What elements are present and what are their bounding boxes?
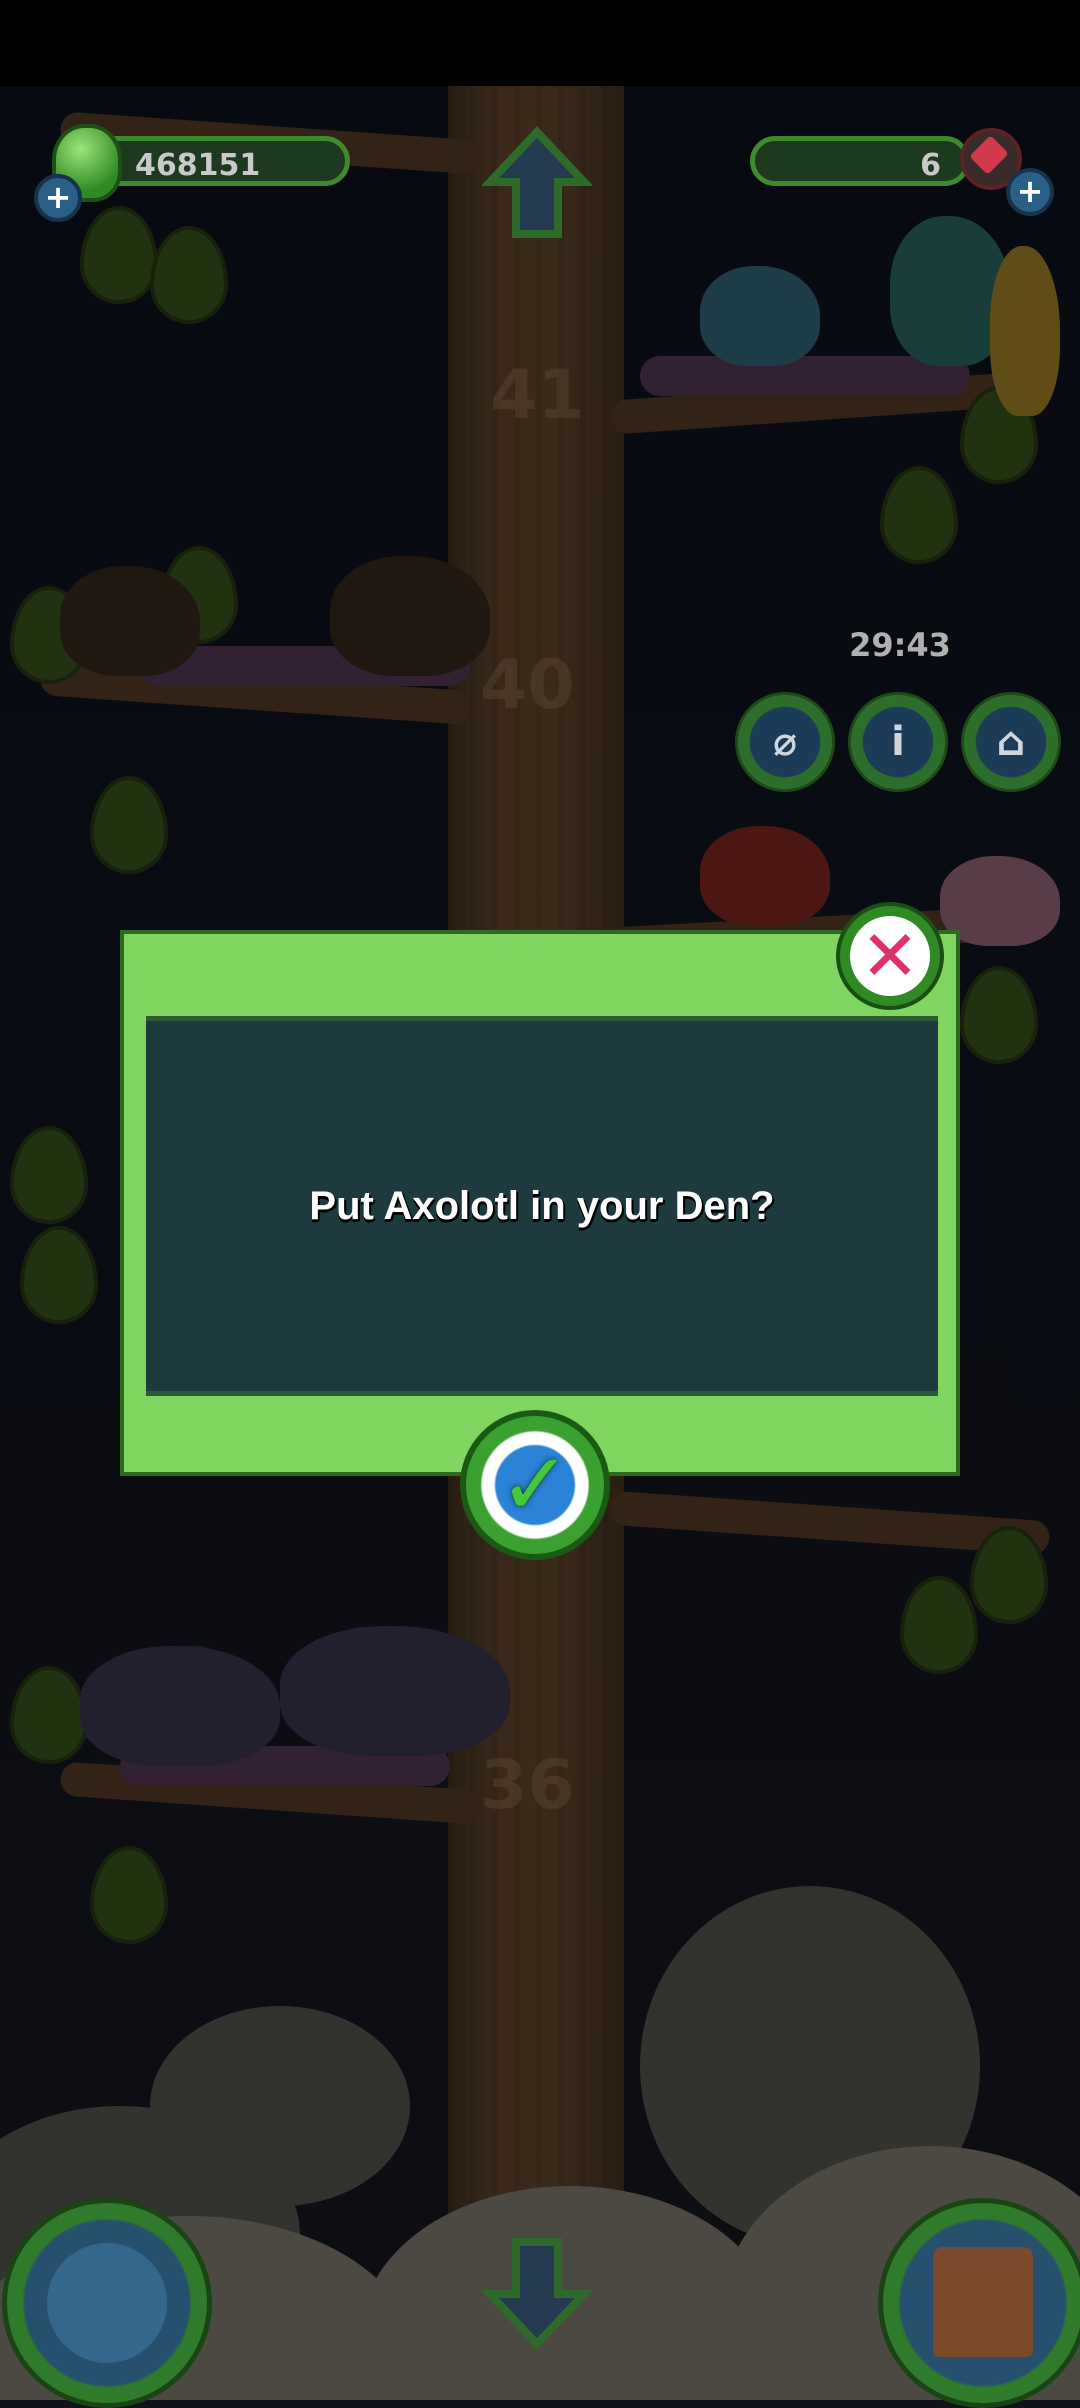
- birdhouse-icon: [933, 2247, 1033, 2357]
- globe-button[interactable]: [2, 2198, 212, 2408]
- status-bar: [0, 0, 1080, 86]
- confirm-dialog: Put Axolotl in your Den?: [120, 930, 960, 1476]
- up-arrow-icon[interactable]: [482, 124, 592, 244]
- home-button[interactable]: [878, 2198, 1080, 2408]
- den-button[interactable]: ⌂: [961, 692, 1061, 792]
- plus-icon[interactable]: +: [1006, 168, 1054, 216]
- net-icon: ⌀: [772, 719, 798, 765]
- down-arrow-icon[interactable]: [482, 2232, 592, 2352]
- timer: 29:43: [849, 626, 951, 664]
- currency-counter: 468151: [90, 136, 350, 186]
- confirm-button[interactable]: ✓: [460, 1410, 610, 1560]
- gems-counter: 6: [750, 136, 970, 186]
- globe-icon: [47, 2243, 167, 2363]
- close-x-icon: ✕: [860, 915, 920, 997]
- info-button[interactable]: i: [848, 692, 948, 792]
- dialog-panel: Put Axolotl in your Den?: [146, 1016, 938, 1396]
- den-house-icon: ⌂: [996, 719, 1026, 765]
- checkmark-icon: ✓: [498, 1435, 572, 1535]
- plus-icon[interactable]: +: [34, 174, 82, 222]
- gems-value: 6: [920, 148, 941, 183]
- close-button[interactable]: ✕: [840, 906, 940, 1006]
- net-button[interactable]: ⌀: [735, 692, 835, 792]
- info-icon: i: [891, 719, 905, 765]
- currency-value: 468151: [135, 148, 261, 183]
- dialog-message: Put Axolotl in your Den?: [309, 1183, 775, 1228]
